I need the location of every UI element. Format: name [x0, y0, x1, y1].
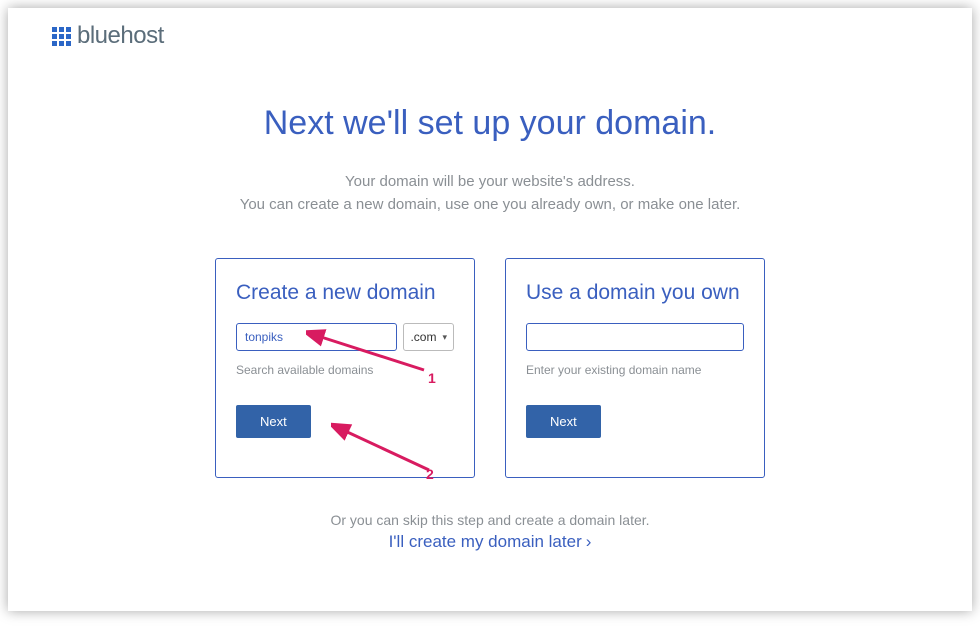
tld-value: .com [410, 330, 436, 344]
create-domain-title: Create a new domain [236, 281, 454, 305]
create-domain-input-row: .com ▾ [236, 323, 454, 351]
subtitle-line-1: Your domain will be your website's addre… [8, 171, 972, 194]
create-later-link[interactable]: I'll create my domain later › [389, 532, 592, 552]
new-domain-input[interactable] [236, 323, 397, 351]
brand-name: bluehost [77, 22, 164, 50]
create-later-label: I'll create my domain later [389, 532, 582, 552]
create-domain-next-button[interactable]: Next [236, 405, 311, 438]
page-title: Next we'll set up your domain. [8, 104, 972, 143]
own-domain-input-row [526, 323, 744, 351]
page-subtitle: Your domain will be your website's addre… [8, 171, 972, 216]
bluehost-logo-icon [52, 27, 71, 46]
create-domain-panel: Create a new domain .com ▾ Search availa… [215, 258, 475, 478]
existing-domain-input[interactable] [526, 323, 744, 351]
own-domain-title: Use a domain you own [526, 281, 744, 305]
footer-text: Or you can skip this step and create a d… [8, 512, 972, 528]
own-domain-helper: Enter your existing domain name [526, 363, 744, 377]
header: bluehost [8, 8, 972, 50]
own-domain-panel: Use a domain you own Enter your existing… [505, 258, 765, 478]
chevron-down-icon: ▾ [442, 332, 447, 343]
tld-select[interactable]: .com ▾ [403, 323, 454, 351]
own-domain-next-button[interactable]: Next [526, 405, 601, 438]
subtitle-line-2: You can create a new domain, use one you… [8, 194, 972, 217]
create-domain-helper: Search available domains [236, 363, 454, 377]
footer: Or you can skip this step and create a d… [8, 512, 972, 552]
chevron-right-icon: › [586, 532, 592, 552]
domain-panels: Create a new domain .com ▾ Search availa… [8, 258, 972, 478]
